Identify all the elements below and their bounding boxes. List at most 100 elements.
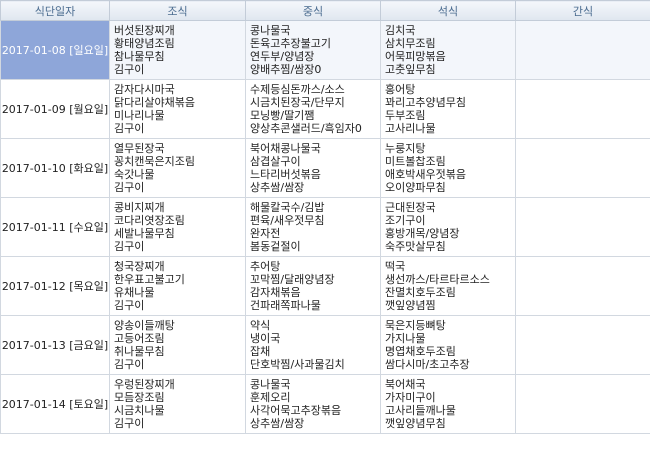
- dinner-cell[interactable]: 누룽지탕 미트볼찹조림 애호박새우젓볶음 오이양파무침: [380, 138, 516, 198]
- breakfast-cell[interactable]: 콩비지찌개 코다리엿장조림 세발나물무침 김구이: [109, 197, 246, 257]
- menu-item: 시금치된장국/단무지: [250, 96, 345, 109]
- menu-item: 황태양념조림: [114, 37, 175, 50]
- table-row[interactable]: 2017-01-13 [금요일] 양송이들깨탕 고등어조림 취나물무침 김구이 약식 냉이국…: [0, 315, 650, 375]
- lunch-cell[interactable]: 콩나물국 훈제오리 사각어묵고추장볶음 상추쌈/쌈장: [245, 374, 381, 434]
- col-header-lunch[interactable]: 중식: [245, 0, 381, 21]
- menu-item: 훈제오리: [250, 391, 291, 404]
- menu-item: 쌈다시마/초고추장: [385, 358, 470, 371]
- lunch-cell[interactable]: 수제등심돈까스/소스 시금치된장국/단무지 모닝빵/딸기쨈 양상추콘샐러드/흑임자0: [245, 79, 381, 139]
- meal-date-cell[interactable]: 2017-01-10 [화요일]: [0, 138, 110, 198]
- breakfast-cell[interactable]: 양송이들깨탕 고등어조림 취나물무침 김구이: [109, 315, 246, 375]
- menu-item: 어묵피망볶음: [385, 50, 446, 63]
- dinner-cell[interactable]: 김치국 삼치무조림 어묵피망볶음 고춧잎무침: [380, 20, 516, 80]
- menu-item: 김구이: [114, 240, 145, 253]
- table-row[interactable]: 2017-01-09 [월요일] 감자다시마국 닭다리살야채볶음 미나리나물 김구이 수제…: [0, 79, 650, 139]
- menu-item: 깻잎양념찜: [385, 299, 436, 312]
- dinner-cell[interactable]: 떡국 생선까스/타르타르소스 잔멸치호두조림 깻잎양념찜: [380, 256, 516, 316]
- menu-item: 시금치나물: [114, 404, 165, 417]
- menu-item: 꽈리고추양념무침: [385, 96, 466, 109]
- meal-date-cell[interactable]: 2017-01-09 [월요일]: [0, 79, 110, 139]
- menu-item: 상추쌈/쌈장: [250, 181, 305, 194]
- menu-item: 버섯된장찌개: [114, 24, 175, 37]
- header-row: 식단일자 조식 중식 석식 간식: [0, 0, 650, 21]
- menu-item: 사각어묵고추장볶음: [250, 404, 342, 417]
- menu-item: 애호박새우젓볶음: [385, 168, 466, 181]
- menu-item: 잔멸치호두조림: [385, 286, 456, 299]
- snack-cell[interactable]: [515, 374, 650, 434]
- table-row[interactable]: 2017-01-08 [일요일] 버섯된장찌개 황태양념조림 참나물무침 김구이 콩나물국…: [0, 20, 650, 80]
- dinner-cell[interactable]: 묵은지등뼈탕 가지나물 명엽채호두조림 쌈다시마/초고추장: [380, 315, 516, 375]
- lunch-cell[interactable]: 북어채콩나물국 삼겹살구이 느타리버섯볶음 상추쌈/쌈장: [245, 138, 381, 198]
- menu-item: 생선까스/타르타르소스: [385, 273, 490, 286]
- meal-date-cell[interactable]: 2017-01-12 [목요일]: [0, 256, 110, 316]
- menu-item: 상추쌈/쌈장: [250, 417, 305, 430]
- menu-item: 삼겹살구이: [250, 155, 301, 168]
- menu-item: 완자전: [250, 227, 281, 240]
- snack-cell[interactable]: [515, 20, 650, 80]
- menu-item: 삼치무조림: [385, 37, 436, 50]
- meal-date-cell[interactable]: 2017-01-08 [일요일]: [0, 20, 110, 80]
- menu-item: 홍어탕: [385, 83, 416, 96]
- menu-item: 우렁된장찌개: [114, 378, 175, 391]
- breakfast-cell[interactable]: 열무된장국 꽁치캔묵은지조림 숙갓나물 김구이: [109, 138, 246, 198]
- menu-item: 김구이: [114, 63, 145, 76]
- breakfast-cell[interactable]: 우렁된장찌개 모듬장조림 시금치나물 김구이: [109, 374, 246, 434]
- menu-item: 근대된장국: [385, 201, 436, 214]
- table-row[interactable]: 2017-01-10 [화요일] 열무된장국 꽁치캔묵은지조림 숙갓나물 김구이 북어채콩…: [0, 138, 650, 198]
- snack-cell[interactable]: [515, 256, 650, 316]
- snack-cell[interactable]: [515, 79, 650, 139]
- menu-item: 콩나물국: [250, 378, 291, 391]
- menu-item: 조기구이: [385, 214, 426, 227]
- breakfast-cell[interactable]: 청국장찌개 한우표고불고기 유채나물 김구이: [109, 256, 246, 316]
- menu-item: 숙주맛살무침: [385, 240, 446, 253]
- menu-item: 꼬막찜/달래양념장: [250, 273, 335, 286]
- table-row[interactable]: 2017-01-14 [토요일] 우렁된장찌개 모듬장조림 시금치나물 김구이 콩나물국 훈…: [0, 374, 650, 434]
- menu-item: 한우표고불고기: [114, 273, 185, 286]
- meal-date-cell[interactable]: 2017-01-11 [수요일]: [0, 197, 110, 257]
- menu-item: 김치국: [385, 24, 416, 37]
- menu-item: 가지나물: [385, 332, 426, 345]
- menu-item: 고사리나물: [385, 122, 436, 135]
- menu-item: 잡채: [250, 345, 271, 358]
- col-header-breakfast[interactable]: 조식: [109, 0, 246, 21]
- col-header-dinner[interactable]: 석식: [380, 0, 516, 21]
- menu-item: 김구이: [114, 417, 145, 430]
- dinner-cell[interactable]: 홍어탕 꽈리고추양념무침 두부조림 고사리나물: [380, 79, 516, 139]
- menu-item: 떡국: [385, 260, 406, 273]
- menu-item: 미트볼찹조림: [385, 155, 446, 168]
- meal-date-cell[interactable]: 2017-01-13 [금요일]: [0, 315, 110, 375]
- col-header-snack[interactable]: 간식: [515, 0, 650, 21]
- lunch-cell[interactable]: 콩나물국 돈육고추장불고기 연두부/양념장 양배추찜/쌈장0: [245, 20, 381, 80]
- menu-item: 편육/새우젓무침: [250, 214, 325, 227]
- dinner-cell[interactable]: 북어채국 가자미구이 고사리들깨나물 깻잎양념무침: [380, 374, 516, 434]
- meal-date-cell[interactable]: 2017-01-14 [토요일]: [0, 374, 110, 434]
- menu-item: 김구이: [114, 299, 145, 312]
- lunch-cell[interactable]: 해물칼국수/김밥 편육/새우젓무침 완자전 봄동겉절이: [245, 197, 381, 257]
- table-row[interactable]: 2017-01-12 [목요일] 청국장찌개 한우표고불고기 유채나물 김구이 추어탕 꼬막…: [0, 256, 650, 316]
- breakfast-cell[interactable]: 버섯된장찌개 황태양념조림 참나물무침 김구이: [109, 20, 246, 80]
- snack-cell[interactable]: [515, 197, 650, 257]
- menu-item: 김구이: [114, 358, 145, 371]
- col-header-date[interactable]: 식단일자: [0, 0, 110, 21]
- meal-table: 식단일자 조식 중식 석식 간식 2017-01-08 [일요일] 버섯된장찌개 황…: [0, 0, 650, 434]
- menu-item: 단호박찜/사과물김치: [250, 358, 345, 371]
- menu-item: 숙갓나물: [114, 168, 155, 181]
- menu-item: 참나물무침: [114, 50, 165, 63]
- menu-item: 고사리들깨나물: [385, 404, 456, 417]
- menu-item: 양상추콘샐러드/흑임자0: [250, 122, 362, 135]
- snack-cell[interactable]: [515, 138, 650, 198]
- menu-item: 김구이: [114, 181, 145, 194]
- menu-item: 돈육고추장불고기: [250, 37, 331, 50]
- menu-item: 콩나물국: [250, 24, 291, 37]
- breakfast-cell[interactable]: 감자다시마국 닭다리살야채볶음 미나리나물 김구이: [109, 79, 246, 139]
- menu-item: 수제등심돈까스/소스: [250, 83, 345, 96]
- menu-item: 모듬장조림: [114, 391, 165, 404]
- lunch-cell[interactable]: 추어탕 꼬막찜/달래양념장 감자채볶음 건파래쪽파나물: [245, 256, 381, 316]
- snack-cell[interactable]: [515, 315, 650, 375]
- lunch-cell[interactable]: 약식 냉이국 잡채 단호박찜/사과물김치: [245, 315, 381, 375]
- menu-item: 명엽채호두조림: [385, 345, 456, 358]
- table-row[interactable]: 2017-01-11 [수요일] 콩비지찌개 코다리엿장조림 세발나물무침 김구이 해물칼…: [0, 197, 650, 257]
- menu-item: 가자미구이: [385, 391, 436, 404]
- dinner-cell[interactable]: 근대된장국 조기구이 홍방개목/양념장 숙주맛살무침: [380, 197, 516, 257]
- menu-item: 연두부/양념장: [250, 50, 315, 63]
